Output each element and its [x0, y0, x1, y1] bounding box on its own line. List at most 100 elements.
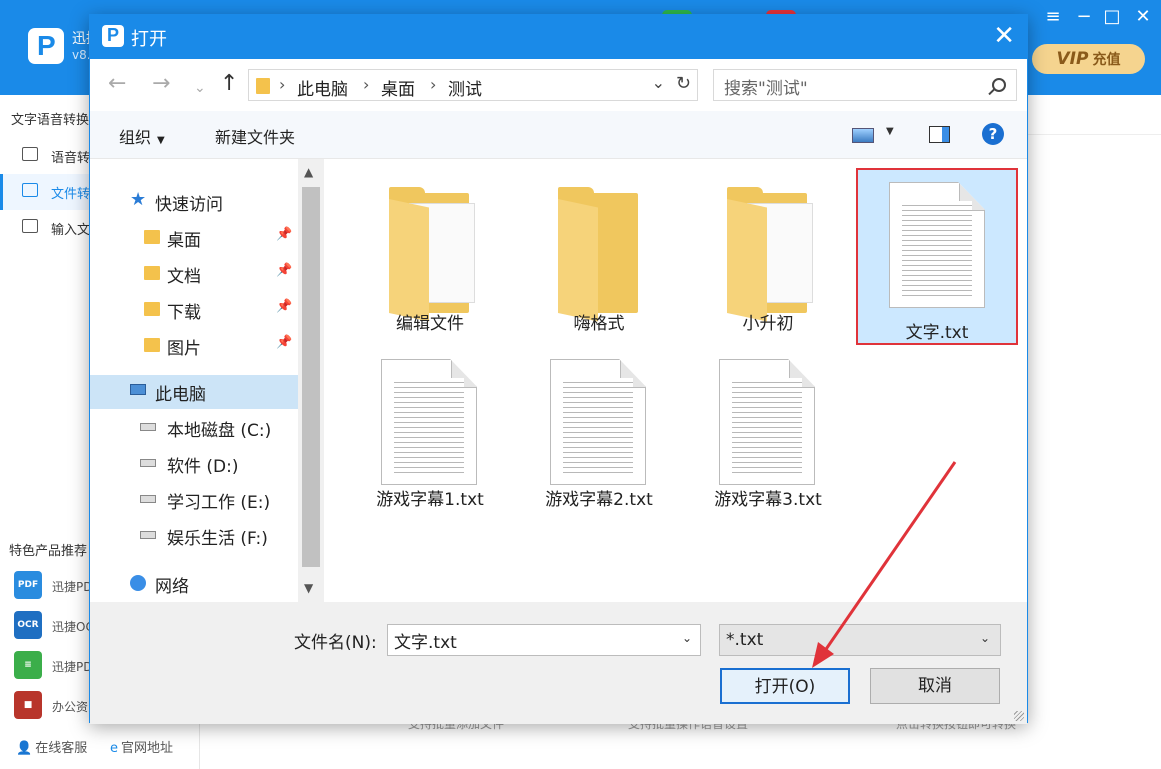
breadcrumb-test[interactable]: 测试	[448, 75, 482, 100]
tree-item-this-pc[interactable]: 此电脑	[90, 375, 298, 409]
network-icon	[130, 575, 146, 591]
ocr-product-icon: OCR	[14, 611, 42, 639]
help-icon[interactable]: ?	[982, 123, 1004, 145]
product-label: 迅捷PD	[52, 580, 93, 594]
filename-input[interactable]	[388, 625, 668, 655]
close-dialog-button[interactable]: ✕	[993, 21, 1015, 51]
folder-icon	[144, 230, 160, 244]
folder-icon	[144, 266, 160, 280]
refresh-icon[interactable]: ↻	[676, 73, 691, 94]
vip-recharge-button[interactable]: VIP 充值	[1032, 44, 1145, 74]
file-item-folder[interactable]: 编辑文件	[349, 169, 511, 341]
file-name: 嗨格式	[573, 314, 625, 334]
folder-icon	[144, 302, 160, 316]
app-logo-icon	[102, 25, 124, 47]
text-icon	[22, 219, 38, 233]
chevron-down-icon[interactable]: ⌄	[682, 631, 692, 645]
tree-item-desktop[interactable]: 桌面 📌	[90, 221, 298, 255]
tree-item-quick-access[interactable]: ★ 快速访问	[90, 185, 298, 219]
navigation-bar: ← → ⌄ ↑ › 此电脑 › 桌面 › 测试 ⌄ ↻ 搜索"测试"	[90, 59, 1027, 111]
tree-item-drive-d[interactable]: 软件 (D:)	[90, 447, 298, 481]
chevron-right-icon: ›	[430, 75, 437, 94]
file-item-selected-txt[interactable]: 文字.txt	[856, 168, 1018, 345]
scroll-up-icon[interactable]: ▲	[304, 165, 313, 179]
file-item-folder[interactable]: 嗨格式	[518, 169, 680, 341]
file-name: 游戏字幕1.txt	[376, 490, 484, 510]
scroll-down-icon[interactable]: ▼	[304, 581, 313, 595]
tree-item-label: 网络	[155, 577, 189, 597]
resize-grip[interactable]	[1014, 711, 1024, 721]
scrollbar-thumb[interactable]	[302, 187, 320, 567]
folder-icon	[389, 187, 483, 322]
file-item-txt[interactable]: 游戏字幕1.txt	[349, 345, 511, 517]
text-file-icon	[550, 359, 646, 485]
filename-field[interactable]: ⌄	[387, 624, 701, 656]
file-name: 游戏字幕3.txt	[714, 490, 822, 510]
file-name: 游戏字幕2.txt	[545, 490, 653, 510]
file-name: 文字.txt	[905, 323, 969, 343]
drive-icon	[140, 531, 156, 539]
new-folder-button[interactable]: 新建文件夹	[215, 124, 295, 148]
chevron-down-icon[interactable]: ⌄	[652, 73, 665, 92]
tree-item-drive-e[interactable]: 学习工作 (E:)	[90, 483, 298, 517]
tree-item-label: 图片	[167, 339, 201, 359]
address-bar[interactable]: › 此电脑 › 桌面 › 测试 ⌄ ↻	[248, 69, 698, 101]
preview-pane-icon[interactable]	[929, 126, 950, 143]
back-arrow-icon[interactable]: ←	[108, 73, 126, 95]
tree-item-documents[interactable]: 文档 📌	[90, 257, 298, 291]
tree-item-label: 本地磁盘 (C:)	[167, 421, 272, 441]
minimize-icon[interactable]: −	[1072, 6, 1096, 28]
zip-product-icon: ≡	[14, 651, 42, 679]
text-file-icon	[381, 359, 477, 485]
filename-bar: 文件名(N): ⌄ *.txt ⌄ 打开(O) 取消	[90, 602, 1027, 724]
tree-item-drive-f[interactable]: 娱乐生活 (F:)	[90, 519, 298, 553]
website-link[interactable]: e 官网地址	[110, 737, 173, 756]
file-item-txt[interactable]: 游戏字幕2.txt	[518, 345, 680, 517]
up-arrow-icon[interactable]: ↑	[220, 73, 238, 95]
command-toolbar: 组织 ▼ 新建文件夹 ▼ ?	[90, 111, 1027, 159]
tree-item-pictures[interactable]: 图片 📌	[90, 329, 298, 363]
tree-item-drive-c[interactable]: 本地磁盘 (C:)	[90, 411, 298, 445]
app-version: v8.	[72, 48, 91, 62]
footer-link-label: 官网地址	[121, 741, 174, 756]
file-name: 小升初	[742, 314, 794, 334]
pin-icon: 📌	[276, 299, 293, 314]
forward-arrow-icon[interactable]: →	[152, 73, 170, 95]
open-button[interactable]: 打开(O)	[720, 668, 850, 704]
tree-item-network[interactable]: 网络	[90, 567, 298, 601]
featured-title: 特色产品推荐	[9, 544, 88, 559]
sidebar-item-label: 输入文	[51, 223, 91, 238]
file-item-folder[interactable]: 小升初	[687, 169, 849, 341]
cancel-button[interactable]: 取消	[870, 668, 1000, 704]
folder-icon	[256, 78, 270, 94]
vip-label: VIP	[1056, 49, 1089, 69]
sidebar-item-label: 文件转	[51, 187, 91, 202]
tree-item-label: 软件 (D:)	[167, 457, 239, 477]
product-label: 办公资	[52, 700, 89, 714]
dialog-title: 打开	[131, 29, 167, 50]
organize-menu[interactable]: 组织 ▼	[119, 124, 165, 148]
breadcrumb-desktop[interactable]: 桌面	[381, 75, 415, 100]
footer-link-label: 在线客服	[35, 741, 88, 756]
tree-scrollbar[interactable]: ▲ ▼	[298, 159, 324, 602]
audio-icon	[22, 147, 38, 161]
pdf-product-icon: PDF	[14, 571, 42, 599]
drive-icon	[140, 495, 156, 503]
filetype-select[interactable]: *.txt ⌄	[719, 624, 1001, 656]
menu-icon[interactable]: ≡	[1041, 6, 1065, 28]
maximize-icon[interactable]: □	[1100, 6, 1124, 28]
app-logo	[28, 28, 64, 64]
caret-down-icon[interactable]: ▼	[886, 126, 894, 137]
search-icon[interactable]	[992, 78, 1006, 92]
tree-item-downloads[interactable]: 下载 📌	[90, 293, 298, 327]
close-app-icon[interactable]: ✕	[1131, 6, 1155, 28]
file-item-txt[interactable]: 游戏字幕3.txt	[687, 345, 849, 517]
text-file-icon	[889, 182, 985, 308]
recent-locations-icon[interactable]: ⌄	[194, 77, 206, 99]
breadcrumb-this-pc[interactable]: 此电脑	[297, 75, 348, 100]
change-view-icon[interactable]	[852, 128, 874, 143]
pin-icon: 📌	[276, 227, 293, 242]
product-label: 迅捷OC	[52, 620, 94, 634]
online-service-link[interactable]: 👤 在线客服	[16, 737, 87, 756]
search-box[interactable]: 搜索"测试"	[713, 69, 1017, 101]
